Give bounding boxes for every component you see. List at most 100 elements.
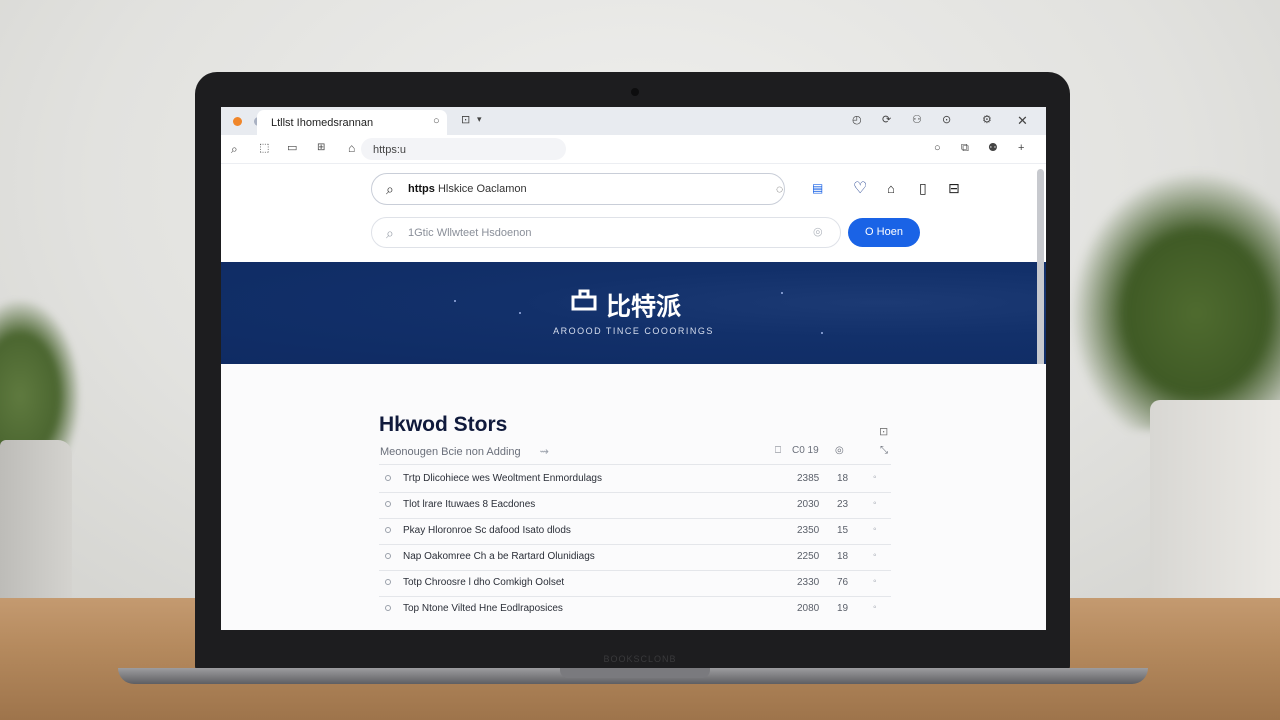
more-icon[interactable]: ◦ [873,550,877,561]
background-plant-right [1070,170,1280,430]
window-close-dot[interactable] [233,117,242,126]
more-icon[interactable]: ◦ [873,498,877,509]
list-item-title[interactable]: Pkay Hloronroe Sc dafood Isato dlods [403,525,571,536]
list-item-title[interactable]: Top Ntone Vilted Hne Eodlraposices [403,603,563,614]
more-icon[interactable]: ◦ [873,472,877,483]
content-area: Hkwod Stors ⊡ Meonougen Bcie non Adding … [221,364,1046,630]
people-icon[interactable]: ⚉ [988,143,998,154]
close-icon[interactable]: ✕ [1017,114,1028,127]
primary-search-input[interactable]: https Hlskice Oaclamon [408,183,527,195]
primary-search-prefix: https [408,183,435,195]
reload-icon[interactable]: ○ [934,143,941,154]
camera-search-icon[interactable]: ◌ [776,183,783,195]
window-icon[interactable]: ⊟ [948,181,960,195]
background-pot-right [1150,400,1280,610]
more-icon[interactable]: ◦ [873,602,877,613]
list-item-count: 19 [837,603,849,614]
voice-icon[interactable]: ◎ [813,227,823,238]
banner-subtitle: AROOOD TINCE COOORINGS [553,326,714,336]
primary-search-value: Hlskice Oaclamon [437,183,527,195]
header-info-icon: ⎕ [775,445,781,456]
list-item[interactable]: Totp Chroosre l dho Comkigh Oolset 2330 76… [379,570,891,596]
heart-icon[interactable]: ♡ [853,181,867,197]
url-text[interactable]: https:u [373,144,406,156]
secondary-search-box[interactable]: ⌕ 1Gtic Wllwteet Hsdoenon ◎ [371,217,841,248]
tab-close-icon[interactable]: ○ [433,115,440,127]
search-icon[interactable]: ⌕ [231,143,238,155]
bullet-icon [385,475,391,481]
list-item-count: 18 [837,473,849,484]
bullet-icon [385,579,391,585]
profile-icon[interactable]: ⚇ [912,115,922,126]
tabs-icon[interactable]: ⬚ [259,143,269,154]
document-icon[interactable]: ▤ [812,182,823,194]
home-icon[interactable]: ⌂ [348,142,355,154]
secondary-search-placeholder[interactable]: 1Gtic Wllwteet Hsdoenon [408,227,532,239]
primary-search-box[interactable]: ⌕ https Hlskice Oaclamon ◌ ▤ [371,173,823,205]
laptop-brand-label: BOOKSCLONB [603,654,677,664]
list-item[interactable]: Tlot lrare Ituwaes 8 Eacdones 2030 23 ◦ [379,492,891,518]
webcam [631,88,639,96]
header-value: C0 19 [792,445,819,456]
add-icon[interactable]: + [1018,143,1024,154]
address-bar: ⌕ ⬚ ▭ ⊞ ⌂ https:u ○ ⧉ ⚉ + [221,135,1046,164]
list-item[interactable]: Pkay Hloronroe Sc dafood Isato dlods 2350… [379,518,891,544]
more-icon[interactable]: ◦ [873,524,877,535]
list-item-count: 23 [837,499,849,510]
list-subtitle-text: Meonougen Bcie non Adding [380,446,521,458]
list-item-title[interactable]: Trtp Dlicohiece wes Weoltment Enmordulag… [403,473,602,484]
list-item-year: 2350 [797,525,820,536]
list-item[interactable]: Trtp Dlicohiece wes Weoltment Enmordulag… [379,466,891,492]
laptop-notch [560,668,710,678]
list-item-year: 2330 [797,577,820,588]
list-item[interactable]: Top Ntone Vilted Hne Eodlraposices 2080 19… [379,596,891,622]
bookmark-icon[interactable]: ▯ [919,181,927,195]
background-plant-left [0,300,80,460]
list-item-year: 2250 [797,551,820,562]
list-item-count: 15 [837,525,849,536]
hero-banner: 比特派 AROOOD TINCE COOORINGS [221,262,1046,364]
decorative-dot [821,332,823,334]
new-tab-icon[interactable]: ⊡ [461,115,470,126]
more-icon[interactable]: ◦ [873,576,877,587]
tab-menu-icon[interactable]: ▾ [477,115,482,124]
tab-title: Ltllst Ihomedsrannan [271,117,374,129]
header-filter-icon[interactable]: ◎ [835,445,844,456]
bullet-icon [385,605,391,611]
list-item-count: 76 [837,577,849,588]
header-sort-icon[interactable]: ⤡ [880,445,888,456]
share-icon[interactable]: ⧉ [961,143,969,154]
grid-icon[interactable]: ⊞ [317,143,325,153]
list-title: Hkwod Stors [379,413,508,436]
bullet-icon [385,501,391,507]
list-item-year: 2080 [797,603,820,614]
extensions-icon[interactable]: ⊙ [942,115,951,126]
list-item[interactable]: Nap Oakomree Ch a be Rartard Olunidiags 2… [379,544,891,570]
search-icon: ⌕ [386,181,394,197]
decorative-dot [454,300,456,302]
list-item-title[interactable]: Tlot lrare Ituwaes 8 Eacdones [403,499,535,510]
list-item-count: 18 [837,551,849,562]
search-icon: ⌕ [386,225,394,241]
banner-title: 比特派 [606,292,682,321]
search-go-button[interactable]: O Hoen [848,218,920,247]
bullet-icon [385,527,391,533]
lock-icon[interactable]: ⊡ [879,427,888,438]
list-item-year: 2030 [797,499,820,510]
bullet-icon [385,553,391,559]
folder-icon[interactable]: ▭ [287,143,297,154]
sync-icon[interactable]: ⟳ [882,115,891,126]
history-icon[interactable]: ◴ [852,115,862,126]
list-item-title[interactable]: Totp Chroosre l dho Comkigh Oolset [403,577,564,588]
list-item-title[interactable]: Nap Oakomree Ch a be Rartard Olunidiags [403,551,595,562]
arrow-icon[interactable]: ⇝ [540,446,549,458]
background-pot-left [0,440,72,610]
decorative-dot [519,312,521,314]
list-item-year: 2385 [797,473,820,484]
decorative-dot [781,292,783,294]
settings-icon[interactable]: ⚙ [982,115,992,126]
list-subtitle: Meonougen Bcie non Adding ⇝ [380,445,549,458]
tab-bar: Ltllst Ihomedsrannan ○ ⊡ ▾ ◴ ⟳ ⚇ ⊙ ⚙ ✕ [221,107,1046,135]
active-tab[interactable]: Ltllst Ihomedsrannan ○ [257,110,447,135]
bag-icon[interactable]: ⌂ [887,182,895,195]
